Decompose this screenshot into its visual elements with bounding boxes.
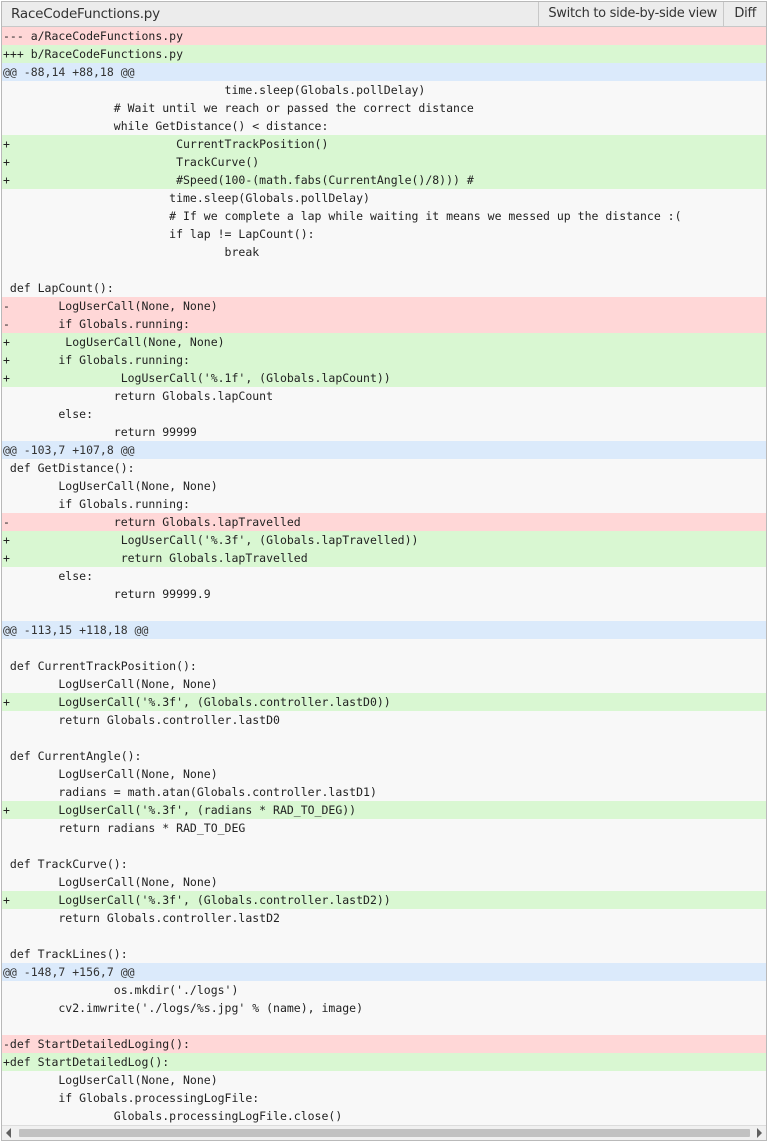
diff-context-line: [2, 639, 766, 657]
diff-new-file-header: +++ b/RaceCodeFunctions.py: [2, 45, 766, 63]
diff-context-line: Globals.processingLogFile.close(): [2, 1107, 766, 1125]
diff-context-line: else:: [2, 405, 766, 423]
diff-context-line: [2, 729, 766, 747]
diff-old-file-header: --- a/RaceCodeFunctions.py: [2, 27, 766, 45]
diff-hunk-header: @@ -103,7 +107,8 @@: [2, 441, 766, 459]
diff-added-line: + LogUserCall('%.3f', (Globals.controlle…: [2, 891, 766, 909]
diff-context-line: if Globals.processingLogFile:: [2, 1089, 766, 1107]
diff-added-line: + LogUserCall('%.3f', (radians * RAD_TO_…: [2, 801, 766, 819]
diff-removed-line: - return Globals.lapTravelled: [2, 513, 766, 531]
diff-context-line: break: [2, 243, 766, 261]
diff-context-line: time.sleep(Globals.pollDelay): [2, 189, 766, 207]
diff-context-line: LogUserCall(None, None): [2, 1071, 766, 1089]
diff-context-line: LogUserCall(None, None): [2, 675, 766, 693]
diff-header: RaceCodeFunctions.py Switch to side-by-s…: [2, 2, 766, 27]
switch-side-by-side-button[interactable]: Switch to side-by-side view: [538, 2, 726, 26]
file-name: RaceCodeFunctions.py: [11, 6, 160, 22]
diff-context-line: def CurrentTrackPosition():: [2, 657, 766, 675]
diff-added-line: + LogUserCall('%.3f', (Globals.lapTravel…: [2, 531, 766, 549]
diff-context-line: [2, 927, 766, 945]
diff-context-line: if Globals.running:: [2, 495, 766, 513]
diff-context-line: def CurrentAngle():: [2, 747, 766, 765]
diff-context-line: if lap != LapCount():: [2, 225, 766, 243]
diff-context-line: return Globals.lapCount: [2, 387, 766, 405]
diff-context-line: def LapCount():: [2, 279, 766, 297]
diff-added-line: + LogUserCall(None, None): [2, 333, 766, 351]
diff-context-line: return Globals.controller.lastD0: [2, 711, 766, 729]
diff-added-line: +def StartDetailedLog():: [2, 1053, 766, 1071]
diff-context-line: [2, 1017, 766, 1035]
diff-removed-line: - LogUserCall(None, None): [2, 297, 766, 315]
diff-context-line: # If we complete a lap while waiting it …: [2, 207, 766, 225]
diff-context-line: return radians * RAD_TO_DEG: [2, 819, 766, 837]
arrow-left-icon[interactable]: [6, 1128, 11, 1138]
diff-button[interactable]: Diff: [723, 2, 766, 26]
diff-added-line: + return Globals.lapTravelled: [2, 549, 766, 567]
diff-context-line: LogUserCall(None, None): [2, 477, 766, 495]
diff-viewer: RaceCodeFunctions.py Switch to side-by-s…: [1, 1, 767, 1141]
diff-context-line: return Globals.controller.lastD2: [2, 909, 766, 927]
diff-removed-line: -def StartDetailedLoging():: [2, 1035, 766, 1053]
diff-context-line: def TrackCurve():: [2, 855, 766, 873]
diff-added-line: + if Globals.running:: [2, 351, 766, 369]
diff-context-line: cv2.imwrite('./logs/%s.jpg' % (name), im…: [2, 999, 766, 1017]
diff-context-line: [2, 603, 766, 621]
diff-context-line: def TrackLines():: [2, 945, 766, 963]
diff-removed-line: - if Globals.running:: [2, 315, 766, 333]
diff-hunk-header: @@ -88,14 +88,18 @@: [2, 63, 766, 81]
horizontal-scrollbar[interactable]: [2, 1125, 766, 1140]
diff-context-line: else:: [2, 567, 766, 585]
diff-added-line: + LogUserCall('%.1f', (Globals.lapCount)…: [2, 369, 766, 387]
diff-context-line: return 99999.9: [2, 585, 766, 603]
diff-context-line: LogUserCall(None, None): [2, 765, 766, 783]
diff-added-line: + #Speed(100-(math.fabs(CurrentAngle()/8…: [2, 171, 766, 189]
diff-context-line: while GetDistance() < distance:: [2, 117, 766, 135]
diff-context-line: [2, 261, 766, 279]
diff-hunk-header: @@ -148,7 +156,7 @@: [2, 963, 766, 981]
diff-context-line: LogUserCall(None, None): [2, 873, 766, 891]
diff-context-line: [2, 837, 766, 855]
diff-added-line: + CurrentTrackPosition(): [2, 135, 766, 153]
arrow-right-icon[interactable]: [757, 1128, 762, 1138]
scrollbar-thumb[interactable]: [19, 1129, 750, 1137]
diff-context-line: # Wait until we reach or passed the corr…: [2, 99, 766, 117]
diff-hunk-header: @@ -113,15 +118,18 @@: [2, 621, 766, 639]
diff-context-line: def GetDistance():: [2, 459, 766, 477]
diff-context-line: os.mkdir('./logs'): [2, 981, 766, 999]
diff-lines: --- a/RaceCodeFunctions.py +++ b/RaceCode…: [2, 27, 766, 1125]
diff-context-line: return 99999: [2, 423, 766, 441]
diff-context-line: time.sleep(Globals.pollDelay): [2, 81, 766, 99]
diff-added-line: + LogUserCall('%.3f', (Globals.controlle…: [2, 693, 766, 711]
diff-context-line: radians = math.atan(Globals.controller.l…: [2, 783, 766, 801]
diff-added-line: + TrackCurve(): [2, 153, 766, 171]
